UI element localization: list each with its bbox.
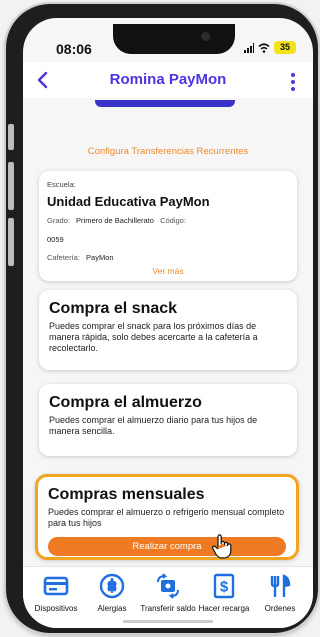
notch xyxy=(113,24,235,54)
card-title: Compra el almuerzo xyxy=(49,394,202,411)
tab-label: Hacer recarga xyxy=(198,604,250,613)
status-bar: 08:06 35 xyxy=(23,18,313,58)
grade-line: Grado: Primero de Bachillerato Código: xyxy=(47,216,186,225)
card-description: Puedes comprar el snack para los próximo… xyxy=(49,321,258,353)
school-name: Unidad Educativa PayMon xyxy=(47,194,210,209)
svg-text:$: $ xyxy=(220,579,229,596)
tab-orders[interactable]: Ordenes xyxy=(251,573,309,613)
card-icon xyxy=(43,576,69,596)
tab-label: Ordenes xyxy=(264,604,296,613)
buy-snack-card[interactable]: Compra el snack Puedes comprar el snack … xyxy=(39,290,297,370)
signal-icon xyxy=(244,43,254,53)
transfer-icon xyxy=(157,573,179,599)
card-description: Puedes comprar el almuerzo diario para t… xyxy=(49,415,258,436)
school-label: Escuela: xyxy=(47,180,76,189)
tab-label: Dispositivos xyxy=(34,604,78,613)
wifi-icon xyxy=(258,43,270,53)
hand-cursor-icon xyxy=(212,534,232,559)
page-title: Romina PayMon xyxy=(109,71,227,88)
card-title: Compras mensuales xyxy=(48,486,205,503)
cafeteria-line: Cafetería: PayMon xyxy=(47,253,114,262)
code-value: 0059 xyxy=(47,235,64,244)
cafeteria-label: Cafetería: xyxy=(47,253,80,262)
make-purchase-button[interactable]: Realizar compra xyxy=(48,537,286,556)
mute-switch xyxy=(8,124,14,150)
screen: 08:06 35 Romina PayMon Configura Transfe… xyxy=(23,18,313,628)
school-card: Escuela: Unidad Educativa PayMon Grado: … xyxy=(39,171,297,281)
card-title: Compra el snack xyxy=(49,300,178,317)
more-options-icon[interactable] xyxy=(289,72,297,92)
recurrent-transfers-link[interactable]: Configura Transferencias Recurrentes xyxy=(23,146,313,157)
volume-down-button xyxy=(8,218,14,266)
tab-recharge[interactable]: $ Hacer recarga xyxy=(195,573,253,613)
card-description: Puedes comprar el almuerzo o refrigerio … xyxy=(48,507,285,528)
nav-header: Romina PayMon xyxy=(23,62,313,98)
cafeteria-value: PayMon xyxy=(86,253,114,262)
bottom-tab-bar: Dispositivos Alergias Transferir saldo $… xyxy=(23,566,313,628)
phone-frame: 08:06 35 Romina PayMon Configura Transfe… xyxy=(6,4,318,633)
tab-devices[interactable]: Dispositivos xyxy=(27,573,85,613)
code-label: Código: xyxy=(160,216,186,225)
scroll-content[interactable]: Configura Transferencias Recurrentes Esc… xyxy=(23,98,313,568)
buy-lunch-card[interactable]: Compra el almuerzo Puedes comprar el alm… xyxy=(39,384,297,456)
dollar-receipt-icon: $ xyxy=(213,573,235,599)
status-time: 08:06 xyxy=(56,41,92,57)
utensils-icon xyxy=(270,574,291,597)
camera-icon xyxy=(201,32,210,41)
volume-up-button xyxy=(8,162,14,210)
partial-button[interactable] xyxy=(95,100,235,107)
monthly-purchases-card[interactable]: Compras mensuales Puedes comprar el almu… xyxy=(35,474,299,560)
tab-transfer-balance[interactable]: Transferir saldo xyxy=(139,573,197,613)
wheat-icon xyxy=(99,573,125,599)
see-more-link[interactable]: Ver más xyxy=(39,266,297,276)
grade-label: Grado: xyxy=(47,216,70,225)
grade-value: Primero de Bachillerato xyxy=(76,216,154,225)
battery-icon: 35 xyxy=(274,41,296,54)
tab-label: Alergias xyxy=(97,604,127,613)
home-indicator xyxy=(123,620,213,623)
tab-allergies[interactable]: Alergias xyxy=(83,573,141,613)
tab-label: Transferir saldo xyxy=(140,604,196,613)
